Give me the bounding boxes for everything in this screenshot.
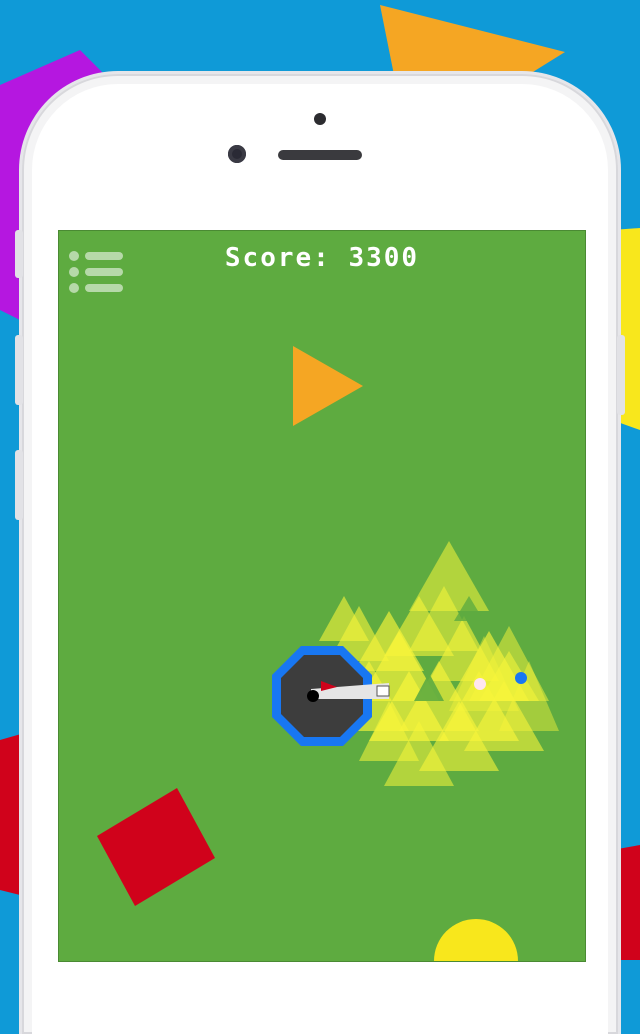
- game-screen[interactable]: Score: 3300: [58, 230, 586, 962]
- menu-bar: [85, 284, 123, 292]
- phone-volume-down: [15, 450, 23, 520]
- white-bullet: [474, 678, 486, 690]
- menu-dot: [69, 283, 79, 293]
- blue-bullet: [515, 672, 527, 684]
- score-display: Score: 3300: [59, 243, 585, 273]
- phone-power-button: [617, 335, 625, 415]
- front-camera-icon: [228, 145, 246, 163]
- score-label: Score:: [224, 243, 331, 273]
- earpiece-speaker: [278, 150, 362, 160]
- bg-orange-shape: [380, 5, 565, 80]
- phone-volume-up: [15, 335, 23, 405]
- phone-mute-switch: [15, 230, 23, 278]
- player-cannon-tip: [376, 685, 390, 697]
- score-value: 3300: [348, 243, 420, 273]
- red-square-enemy: [97, 788, 215, 906]
- player-core: [307, 690, 319, 702]
- proximity-sensor: [314, 113, 326, 125]
- yellow-circle-enemy: [434, 919, 518, 961]
- game-field[interactable]: [59, 231, 585, 961]
- orange-triangle-enemy: [293, 346, 363, 426]
